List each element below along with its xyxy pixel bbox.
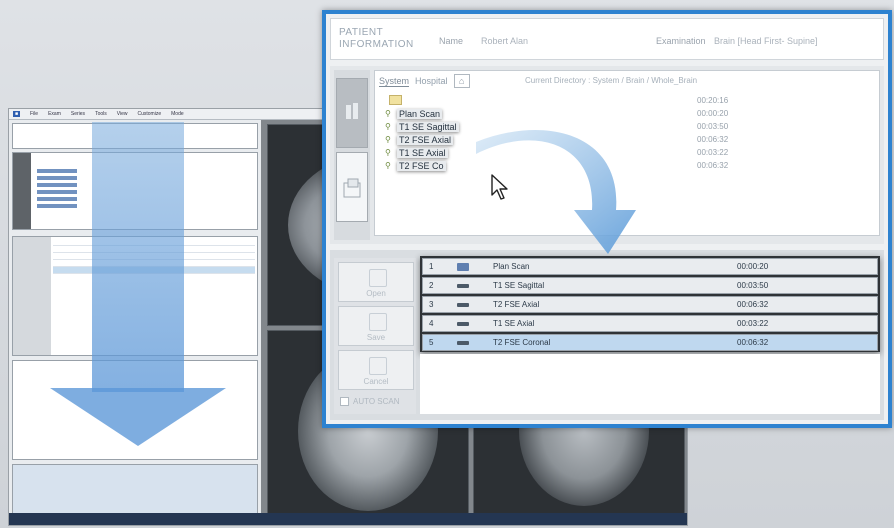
- background-menu-item[interactable]: Exam: [48, 111, 61, 117]
- background-menu-item[interactable]: File: [30, 111, 38, 117]
- background-queue-buttons: [13, 237, 51, 355]
- background-menu-item[interactable]: Tools: [95, 111, 107, 117]
- background-browser-tools: [13, 153, 31, 229]
- down-arrow-head: [50, 388, 226, 446]
- zoomed-detail-window: PATIENT INFORMATION Name Robert Alan Exa…: [322, 10, 892, 428]
- curved-arrow-icon: [476, 129, 636, 254]
- background-start-icon[interactable]: ■: [13, 111, 21, 117]
- background-menu-item[interactable]: Mode: [171, 111, 184, 117]
- background-menu-item[interactable]: View: [117, 111, 128, 117]
- background-protocol-list: [37, 169, 77, 209]
- down-arrow-shaft: [92, 122, 184, 392]
- background-menu-item[interactable]: Customize: [138, 111, 162, 117]
- background-menu-item[interactable]: Series: [71, 111, 85, 117]
- background-taskbar: [9, 513, 687, 525]
